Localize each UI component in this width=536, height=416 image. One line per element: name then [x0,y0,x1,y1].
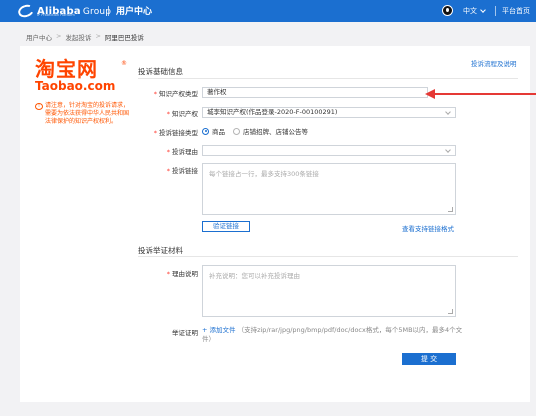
breadcrumb: 用户中心 > 发起投诉 > 阿里巴巴投诉 [26,32,144,42]
reason-label: * 投诉理由 [166,148,198,156]
platform-home-link[interactable]: 平台首页 [502,6,530,16]
section-title-basic: 投诉基础信息 [138,67,183,76]
alibaba-logo-icon [16,2,36,20]
chevron-down-icon [480,7,486,13]
links-label: * 投诉链接 [166,167,198,175]
taobao-logo-en: Taobao.com [35,79,116,93]
ip-right-value: 城李知识产权(作品登录-2020-F-00100291) [207,108,338,116]
resize-handle-icon[interactable] [448,207,453,212]
info-icon: ! [35,103,43,110]
ip-type-label: * 知识产权类型 [153,90,198,98]
ip-type-input[interactable]: 著作权 [202,87,428,98]
registered-mark: ® [121,60,127,67]
notice-box: ! 请注意，针对淘宝的投诉请求，需要为依法获得中华人民共和国法律保护的知识产权权… [35,102,133,126]
breadcrumb-item-current: 阿里巴巴投诉 [104,34,144,42]
complaint-form-card: 淘宝网 ® Taobao.com ! 请注意，针对淘宝的投诉请求，需要为依法获得… [20,46,536,402]
ip-right-select[interactable]: 城李知识产权(作品登录-2020-F-00100291) [202,107,456,118]
chevron-down-icon [445,147,451,153]
link-type-radio-group: 商品 店铺招牌、店铺公告等 [202,126,316,136]
section-divider [138,78,518,79]
breadcrumb-separator: > [95,32,101,40]
breadcrumb-item-user-center[interactable]: 用户中心 [26,32,52,42]
link-type-label: * 投诉链接类型 [153,129,198,137]
reason-explain-textarea[interactable]: 补充说明：您可以补充投诉理由 [202,265,456,317]
top-navigation-bar: Alibaba Group IP Protection Platform 用户中心… [0,0,536,22]
user-avatar[interactable] [442,5,453,16]
language-label: 中文 [463,7,477,15]
divider [495,6,496,16]
links-textarea[interactable]: 每个链接占一行，最多支持300条链接 [202,163,456,215]
user-center-title: 用户中心 [116,7,153,17]
taobao-logo-cn: 淘宝网 [35,57,98,81]
ip-right-label: * 知识产权 [166,110,198,118]
notice-text: 请注意，针对淘宝的投诉请求，需要为依法获得中华人民共和国法律保护的知识产权权利。 [45,102,130,125]
verify-links-button[interactable]: 验证链接 [202,221,250,232]
radio-goods[interactable] [202,127,209,135]
divider [108,6,109,16]
radio-goods-label[interactable]: 商品 [212,126,225,136]
submit-button[interactable]: 提 交 [402,353,456,365]
reason-explain-placeholder: 补充说明：您可以补充投诉理由 [209,272,300,280]
proof-label: 举证证明 [172,329,198,337]
brand-subtitle: IP Protection Platform [37,13,75,17]
links-placeholder: 每个链接占一行，最多支持300条链接 [209,170,319,178]
radio-shop-label[interactable]: 店铺招牌、店铺公告等 [243,126,308,136]
section-divider [138,256,518,257]
file-format-hint: （支持zip/rar/jpg/png/bmp/pdf/doc/docx格式，每个… [202,326,463,343]
add-file-button[interactable]: + 添加文件 [202,326,236,334]
breadcrumb-separator: > [56,32,62,40]
language-selector[interactable]: 中文 [463,6,486,16]
breadcrumb-item-complaint[interactable]: 发起投诉 [65,32,91,42]
reason-select[interactable] [202,145,456,156]
taobao-logo: 淘宝网 ® Taobao.com [35,57,127,93]
file-upload-area: + 添加文件 （支持zip/rar/jpg/png/bmp/pdf/doc/do… [202,326,464,344]
annotation-arrow [425,89,536,99]
process-guide-link[interactable]: 投诉流程及说明 [471,58,517,68]
section-title-evidence: 投诉举证材料 [138,246,183,255]
resize-handle-icon[interactable] [448,309,453,314]
reason-explain-label: * 理由说明 [166,270,198,278]
chevron-down-icon [445,109,451,115]
radio-shop[interactable] [233,127,240,135]
supported-formats-link[interactable]: 查看支持链接格式 [402,223,454,233]
